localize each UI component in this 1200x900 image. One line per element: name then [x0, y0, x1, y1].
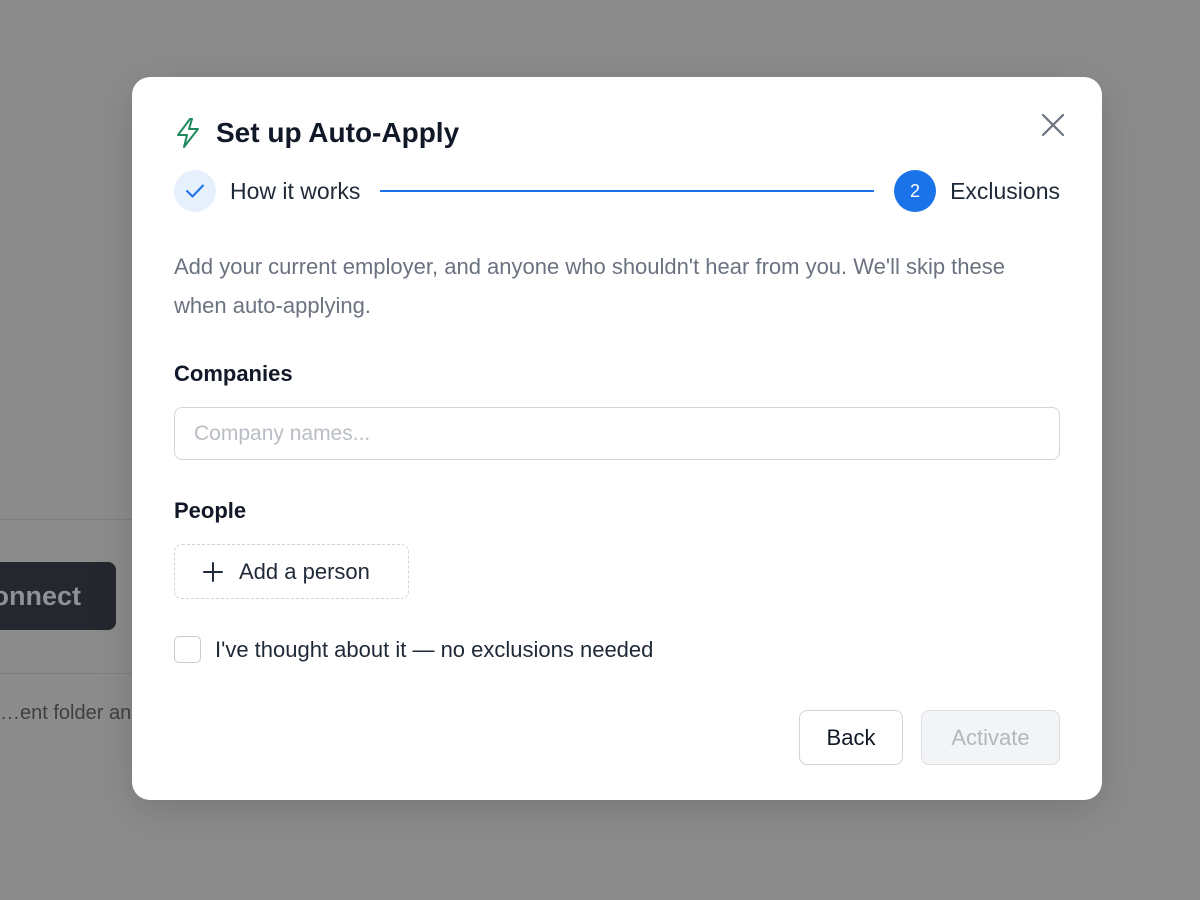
- close-icon: [1041, 113, 1065, 137]
- background-connect-button: Connect: [0, 562, 116, 630]
- step-active-indicator: 2: [894, 170, 937, 212]
- step-label-exclusions: Exclusions: [950, 177, 1060, 204]
- auto-apply-modal: Set up Auto-Apply How it works 2 Exclusi…: [132, 77, 1102, 800]
- add-person-button[interactable]: Add a person: [174, 544, 409, 599]
- stepper: How it works 2 Exclusions: [174, 170, 1060, 212]
- step-connector: [380, 190, 875, 192]
- checkmark-icon: [186, 184, 204, 198]
- background-text: …ent folder and…: [0, 702, 140, 724]
- background-divider: [0, 519, 140, 520]
- background-divider: [0, 673, 140, 674]
- no-exclusions-checkbox[interactable]: [174, 636, 201, 663]
- company-names-input[interactable]: [174, 407, 1060, 460]
- close-button[interactable]: [1040, 112, 1066, 138]
- plus-icon: [203, 561, 223, 582]
- lightning-bolt-icon: [174, 117, 202, 149]
- back-button[interactable]: Back: [799, 710, 903, 765]
- companies-label: Companies: [174, 361, 293, 386]
- people-label: People: [174, 498, 247, 523]
- activate-button[interactable]: Activate: [921, 710, 1060, 765]
- no-exclusions-option[interactable]: I've thought about it — no exclusions ne…: [174, 636, 653, 663]
- step-label-how-it-works: How it works: [230, 177, 361, 204]
- modal-description: Add your current employer, and anyone wh…: [174, 254, 1006, 318]
- modal-header: Set up Auto-Apply: [174, 117, 459, 149]
- no-exclusions-label: I've thought about it — no exclusions ne…: [215, 636, 654, 662]
- step-completed-indicator: [174, 170, 216, 212]
- add-person-label: Add a person: [239, 558, 370, 584]
- modal-title: Set up Auto-Apply: [216, 117, 460, 148]
